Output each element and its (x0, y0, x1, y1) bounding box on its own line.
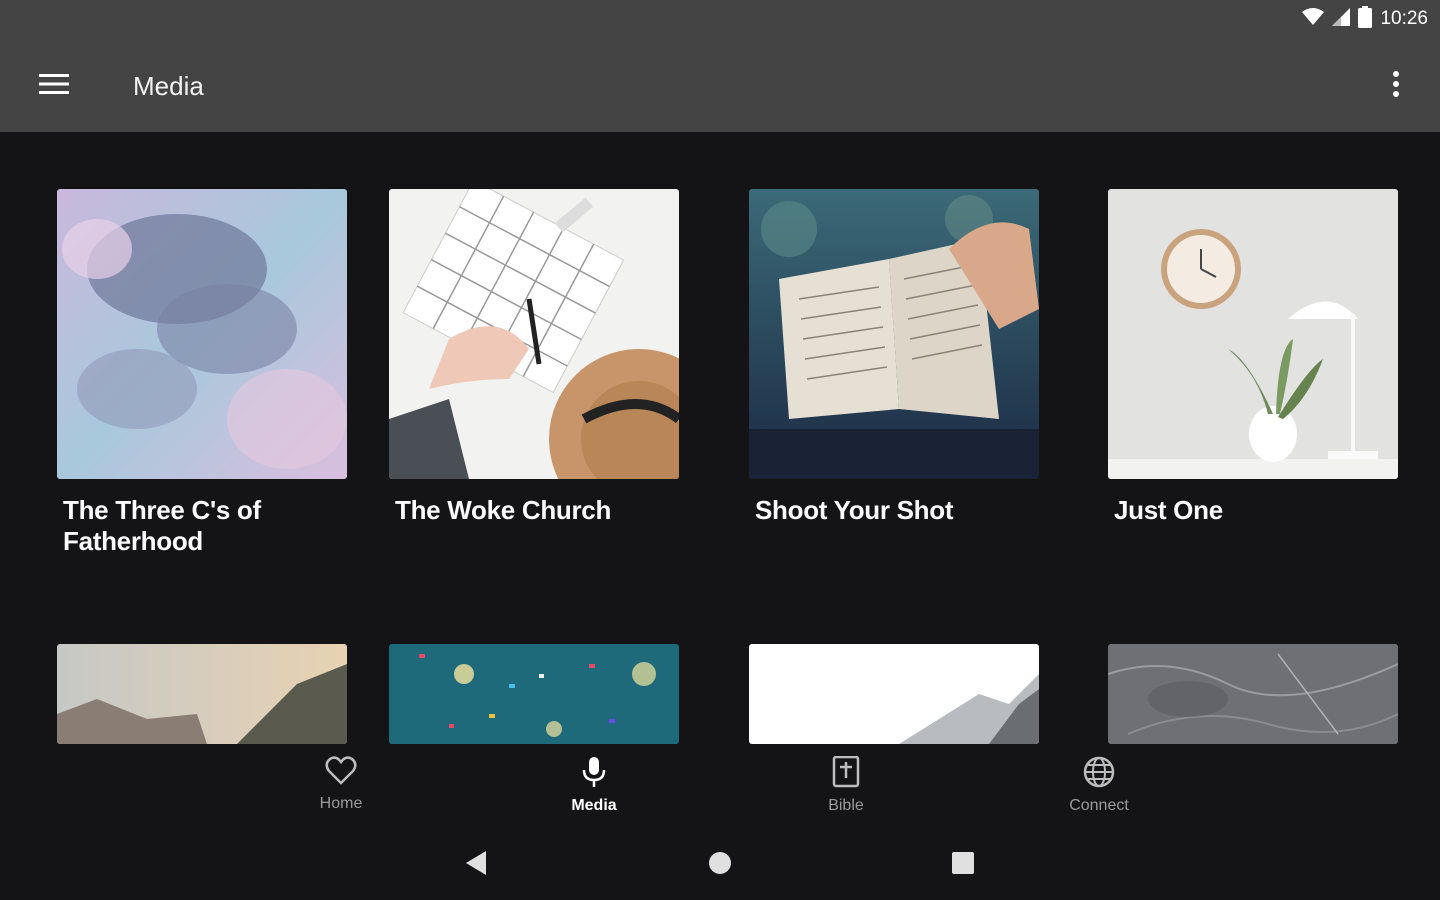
media-card[interactable]: The Three C's of Fatherhood (57, 189, 347, 557)
nav-item-home[interactable]: Home (281, 756, 401, 822)
nav-item-connect[interactable]: Connect (1039, 756, 1159, 822)
bible-icon (832, 755, 860, 793)
nav-label-connect: Connect (1069, 797, 1129, 814)
nav-item-media[interactable]: Media (534, 756, 654, 822)
media-title: Shoot Your Shot (755, 495, 954, 525)
status-icons: 10:26 (1302, 5, 1428, 33)
system-home-button[interactable] (700, 850, 740, 880)
media-grid: The Three C's of Fatherhood The Woke Chu… (0, 132, 1440, 746)
globe-icon (1083, 756, 1115, 793)
media-thumbnail-open-bible (749, 189, 1039, 479)
page-title: Media (133, 71, 204, 101)
media-card[interactable]: The Woke Church (389, 189, 679, 526)
recents-square-icon (951, 851, 975, 880)
hamburger-menu-icon (39, 73, 69, 100)
more-vert-icon (1392, 70, 1400, 103)
media-card[interactable]: Shoot Your Shot (749, 189, 1039, 526)
heart-icon (325, 756, 357, 791)
hamburger-menu-button[interactable] (26, 66, 82, 106)
wifi-icon (1302, 7, 1325, 31)
nav-label-media: Media (571, 797, 617, 814)
system-recents-button[interactable] (943, 850, 983, 880)
nav-label-home: Home (319, 795, 363, 812)
app-bar: Media (0, 38, 1440, 132)
microphone-icon (580, 756, 608, 793)
media-thumbnail-planner-and-hat (389, 189, 679, 479)
media-thumbnail-grey-marble (1108, 644, 1398, 744)
media-thumbnail-pastel-clouds (57, 189, 347, 479)
signal-icon (1332, 7, 1351, 31)
bottom-navigation: Home Media Bible Connect (0, 746, 1440, 832)
media-card[interactable] (1108, 644, 1398, 744)
nav-label-bible: Bible (828, 797, 864, 814)
media-title: The Three C's of Fatherhood (63, 495, 261, 556)
media-thumbnail-confetti-teal (389, 644, 679, 744)
system-navigation-bar (0, 832, 1440, 900)
nav-item-bible[interactable]: Bible (786, 755, 906, 822)
back-icon (464, 850, 488, 881)
media-thumbnail-mountain-sky (57, 644, 347, 744)
media-thumbnail-snowy-mountain (749, 644, 1039, 744)
media-title: The Woke Church (395, 495, 612, 525)
media-card[interactable]: Just One (1108, 189, 1398, 526)
status-bar: 10:26 (0, 0, 1440, 38)
media-card[interactable] (389, 644, 679, 744)
system-back-button[interactable] (456, 850, 496, 880)
media-thumbnail-clock-and-plant (1108, 189, 1398, 479)
battery-icon (1358, 5, 1373, 33)
home-circle-icon (707, 850, 733, 881)
media-card[interactable] (749, 644, 1039, 744)
media-card[interactable] (57, 644, 347, 744)
media-title: Just One (1114, 495, 1223, 525)
overflow-menu-button[interactable] (1376, 64, 1416, 108)
status-time: 10:26 (1380, 8, 1428, 29)
